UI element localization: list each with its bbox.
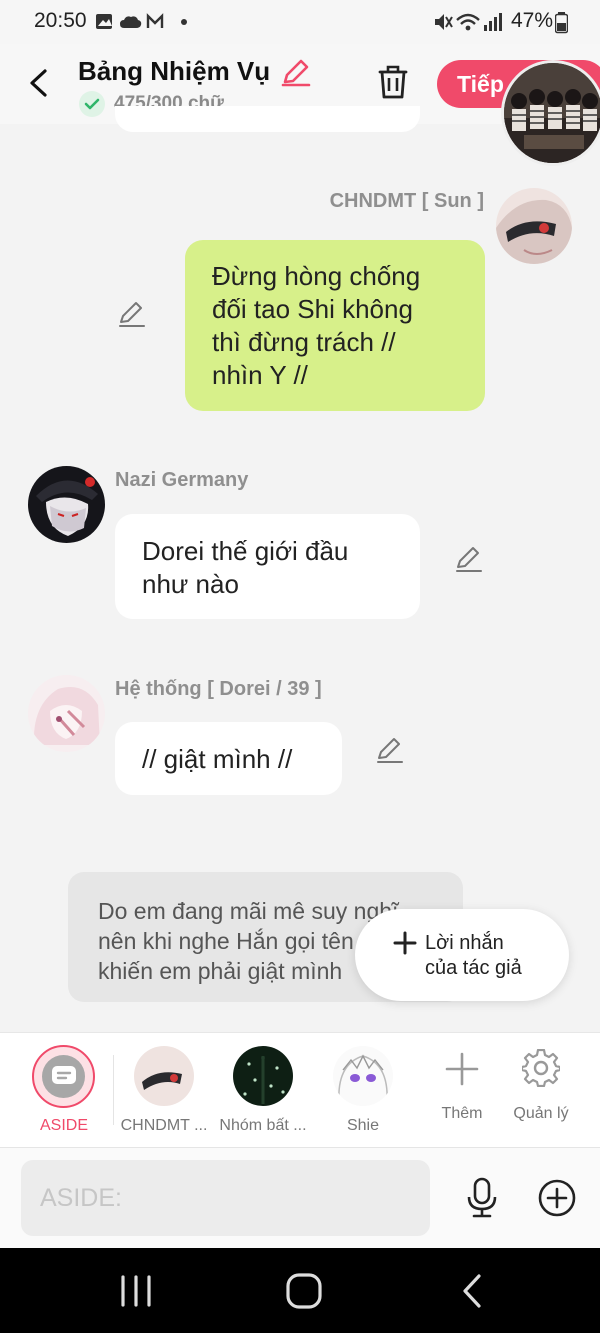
message-bubble[interactable]: Dorei thế giới đầu như nào [115,514,420,619]
back-icon[interactable] [26,68,52,98]
character-avatar-image [28,466,105,543]
edit-message-icon[interactable] [375,735,405,765]
character-group[interactable] [233,1046,293,1106]
author-note-label-1: Lời nhắn [425,932,504,954]
author-note-label-2: của tác giả [425,957,522,979]
avatar[interactable] [28,466,105,543]
sender-name: Hệ thống [ Dorei / 39 ] [115,678,322,700]
recent-apps-icon[interactable] [118,1274,154,1308]
previous-message-bubble [115,106,420,132]
divider [113,1055,114,1125]
add-character-label: Thêm [441,1105,483,1122]
author-note-button[interactable]: Lời nhắn của tác giả [355,909,569,1001]
status-notification-icons [96,13,187,29]
edit-message-icon[interactable] [454,544,484,574]
message-bubble[interactable]: // giật mình // [115,722,342,795]
battery-percent: 47% [511,9,554,32]
character-aside[interactable] [32,1045,95,1108]
character-avatar-image [28,675,105,752]
character-label: CHNDMT ... [120,1117,208,1134]
character-label: Nhóm bất ... [219,1117,307,1134]
character-label: Shie [346,1117,380,1134]
character-label: ASIDE [39,1117,88,1134]
manage-label: Quản lý [513,1105,569,1122]
system-nav-bar [0,1248,600,1333]
character-avatar-image [496,188,572,264]
avatar[interactable] [496,188,572,264]
sender-name: Nazi Germany [115,469,249,491]
character-avatar-image [333,1046,393,1106]
aside-chat-icon [52,1066,76,1084]
character-shie[interactable] [333,1046,393,1106]
status-time: 20:50 [34,9,87,32]
edit-title-icon[interactable] [280,56,312,88]
floating-photo-avatar[interactable] [501,60,600,166]
check-icon [79,91,105,117]
edit-message-icon[interactable] [117,299,147,329]
trash-icon[interactable] [376,64,410,100]
status-bar: 20:50 47% [0,0,600,44]
plus-icon [393,931,417,955]
add-attachment-icon[interactable] [537,1178,577,1218]
microphone-icon[interactable] [465,1177,499,1219]
status-system-icons [435,13,502,31]
character-chndmt[interactable] [134,1046,194,1106]
message-input[interactable]: ASIDE: [21,1160,430,1236]
character-avatar-image [134,1046,194,1106]
gear-icon[interactable] [522,1049,560,1087]
add-character-icon[interactable] [444,1051,480,1087]
avatar[interactable] [28,675,105,752]
character-bar: ASIDE CHNDMT ... Nhóm bất ... Shie Thêm … [0,1032,600,1147]
home-icon[interactable] [285,1272,323,1310]
battery-icon [555,12,568,34]
nav-back-icon[interactable] [458,1273,488,1309]
character-avatar-image [233,1046,293,1106]
input-area: ASIDE: [0,1147,600,1248]
sender-name: CHNDMT [ Sun ] [329,190,484,212]
page-title: Bảng Nhiệm Vụ [78,56,271,86]
group-photo-image [504,63,600,163]
message-bubble[interactable]: Đừng hòng chống đối tao Shi không thì đừ… [185,240,485,411]
